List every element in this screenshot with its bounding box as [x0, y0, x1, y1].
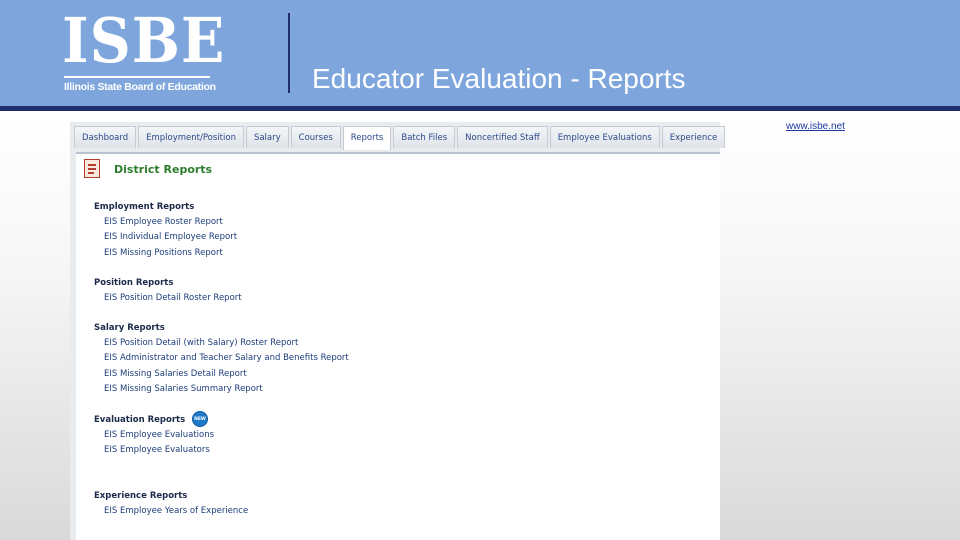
- report-link-years-of-experience[interactable]: EIS Employee Years of Experience: [104, 504, 248, 519]
- position-reports-section: Position Reports EIS Position Detail Ros…: [94, 276, 242, 306]
- report-link-employee-evaluators[interactable]: EIS Employee Evaluators: [104, 443, 214, 458]
- header-underline: [0, 106, 960, 111]
- tab-employee-evaluations[interactable]: Employee Evaluations: [549, 126, 660, 148]
- tab-reports[interactable]: Reports: [342, 126, 392, 150]
- section-heading: Experience Reports: [94, 491, 188, 501]
- panel-title: District Reports: [114, 163, 213, 176]
- district-reports-panel: District Reports Employment Reports EIS …: [76, 152, 720, 540]
- report-link-admin-teacher-salary[interactable]: EIS Administrator and Teacher Salary and…: [104, 351, 349, 366]
- slide-header: ISBE Illinois State Board of Education E…: [0, 0, 960, 106]
- report-link-position-detail-salary[interactable]: EIS Position Detail (with Salary) Roster…: [104, 336, 349, 351]
- report-document-icon: [84, 159, 100, 178]
- reports-app-screenshot: Dashboard Employment/Position Salary Cou…: [70, 122, 726, 540]
- section-heading: Position Reports: [94, 278, 174, 288]
- employment-reports-section: Employment Reports EIS Employee Roster R…: [94, 200, 237, 261]
- evaluation-reports-section: Evaluation Reports NEW EIS Employee Eval…: [94, 411, 214, 459]
- logo-rule: [64, 76, 210, 78]
- section-heading: Salary Reports: [94, 323, 165, 333]
- logo-subtitle: Illinois State Board of Education: [64, 81, 216, 93]
- tab-bar: Dashboard Employment/Position Salary Cou…: [74, 126, 726, 150]
- report-link-employee-roster[interactable]: EIS Employee Roster Report: [104, 215, 237, 230]
- tab-noncertified-staff[interactable]: Noncertified Staff: [457, 126, 548, 148]
- report-link-missing-positions[interactable]: EIS Missing Positions Report: [104, 246, 237, 261]
- logo-wordmark: ISBE: [62, 4, 226, 77]
- new-badge-icon: NEW: [192, 411, 208, 427]
- report-link-position-detail-roster[interactable]: EIS Position Detail Roster Report: [104, 291, 242, 306]
- tab-employment-position[interactable]: Employment/Position: [138, 126, 244, 148]
- report-link-individual-employee[interactable]: EIS Individual Employee Report: [104, 230, 237, 245]
- website-link[interactable]: www.isbe.net: [786, 121, 845, 132]
- tab-experience[interactable]: Experience: [661, 126, 726, 148]
- section-heading-label: Evaluation Reports: [94, 415, 186, 425]
- report-link-missing-salaries-summary[interactable]: EIS Missing Salaries Summary Report: [104, 382, 349, 397]
- section-heading: Evaluation Reports NEW: [94, 411, 214, 428]
- section-heading: Employment Reports: [94, 202, 195, 212]
- isbe-logo: ISBE Illinois State Board of Education: [62, 4, 226, 96]
- slide-title: Educator Evaluation - Reports: [312, 63, 686, 94]
- report-link-missing-salaries-detail[interactable]: EIS Missing Salaries Detail Report: [104, 367, 349, 382]
- tab-dashboard[interactable]: Dashboard: [74, 126, 137, 148]
- tab-salary[interactable]: Salary: [245, 126, 289, 148]
- tab-batch-files[interactable]: Batch Files: [393, 126, 456, 148]
- experience-reports-section: Experience Reports EIS Employee Years of…: [94, 489, 248, 519]
- salary-reports-section: Salary Reports EIS Position Detail (with…: [94, 321, 349, 398]
- tab-courses[interactable]: Courses: [290, 126, 341, 148]
- header-divider: [288, 13, 290, 93]
- report-link-employee-evaluations[interactable]: EIS Employee Evaluations: [104, 428, 214, 443]
